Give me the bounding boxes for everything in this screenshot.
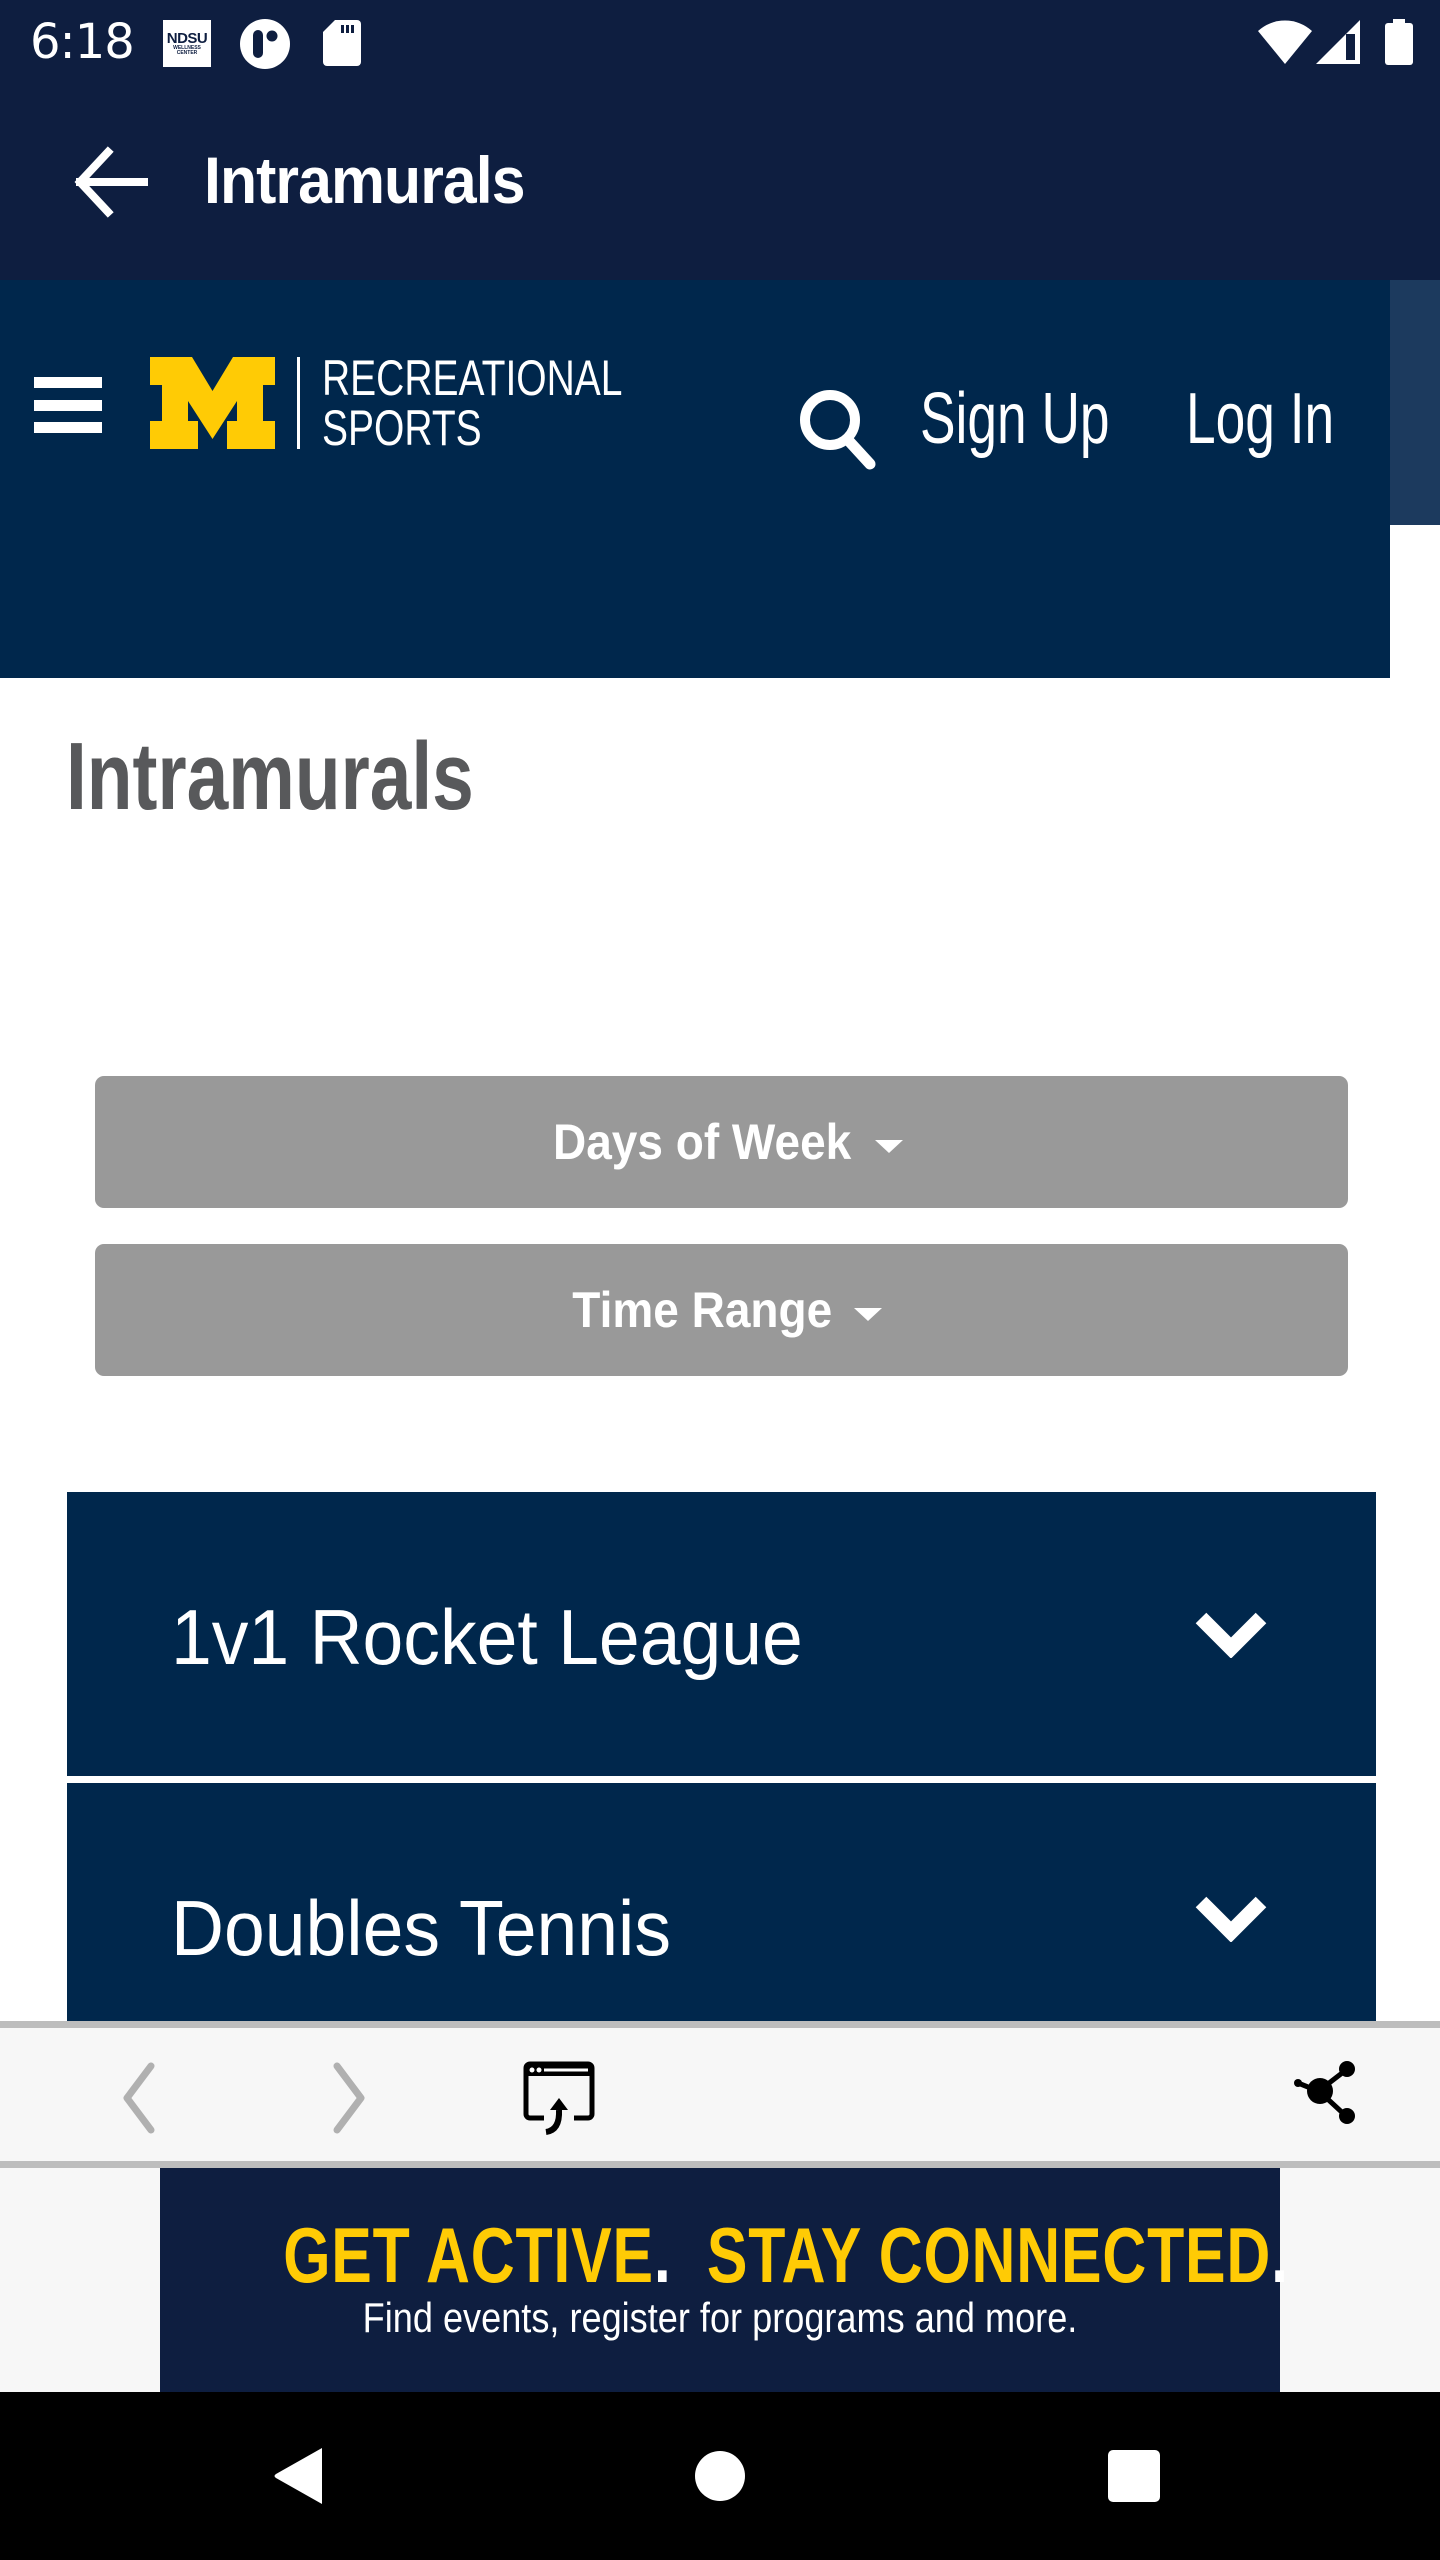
o-app-icon (240, 19, 290, 69)
banner-headline-part2: STAY CONNECTED (706, 2211, 1272, 2299)
chevron-down-icon (1195, 1612, 1267, 1658)
chevron-left-icon (123, 2062, 155, 2134)
browser-forward-button[interactable] (308, 2058, 388, 2138)
accordion-item-rocket-league[interactable]: 1v1 Rocket League (67, 1492, 1376, 1776)
battery-icon (1385, 19, 1413, 65)
nav-home-button[interactable] (680, 2436, 760, 2516)
hamburger-icon-bar (34, 422, 102, 433)
accordion-label: Doubles Tennis (171, 1884, 672, 1972)
banner-dot: . (653, 2211, 672, 2299)
page-title: Intramurals (66, 723, 474, 830)
banner-dot: . (1271, 2211, 1289, 2299)
ndsu-icon-line2: CENTER (176, 50, 198, 56)
sign-up-link[interactable]: Sign Up (920, 378, 1110, 460)
log-in-link[interactable]: Log In (1186, 378, 1334, 460)
ndsu-icon-text: NDSU (166, 30, 208, 47)
header-strip (1390, 280, 1440, 525)
banner-subtext: Find events, register for programs and m… (362, 2294, 1078, 2341)
sd-card-icon (323, 20, 361, 66)
caret-down-icon (853, 1307, 882, 1321)
app-bar: Intramurals (0, 90, 1440, 280)
nav-recents-icon (1108, 2450, 1160, 2502)
arrow-left-icon (74, 146, 148, 218)
ndsu-wellness-center-icon: NDSU WELLNESS CENTER (163, 20, 211, 67)
back-button[interactable] (60, 132, 160, 232)
time-range-dropdown[interactable]: Time Range (95, 1244, 1348, 1376)
nav-recents-button[interactable] (1094, 2436, 1174, 2516)
browser-toolbar (0, 2021, 1440, 2168)
hamburger-icon-bar (34, 399, 102, 411)
open-in-browser-icon (523, 2061, 595, 2135)
app-title: Intramurals (204, 143, 526, 217)
chevron-down-icon (1195, 1896, 1267, 1942)
days-of-week-label: Days of Week (553, 1114, 852, 1170)
rec-sports-logo[interactable]: RECREATIONAL SPORTS (150, 353, 707, 453)
open-in-browser-button[interactable] (520, 2058, 600, 2138)
system-nav-bar (0, 2392, 1440, 2560)
banner-headline-part1: GET ACTIVE (283, 2211, 654, 2299)
logo-line1: RECREATIONAL (322, 350, 623, 406)
browser-back-button[interactable] (100, 2058, 180, 2138)
share-button[interactable] (1288, 2058, 1368, 2138)
logo-divider (297, 357, 300, 449)
time-range-label: Time Range (572, 1282, 833, 1338)
status-time: 6:18 (30, 14, 135, 70)
signal-icon (1316, 20, 1360, 64)
hamburger-menu-button[interactable] (34, 377, 102, 433)
nav-back-icon (274, 2448, 322, 2504)
accordion-item-doubles-tennis[interactable]: Doubles Tennis (67, 1783, 1376, 2023)
banner-headline: GET ACTIVE. STAY CONNECTED. (283, 2210, 1288, 2301)
logo-line2: SPORTS (322, 400, 482, 456)
nav-home-icon (695, 2451, 745, 2501)
site-header (0, 280, 1390, 678)
days-of-week-dropdown[interactable]: Days of Week (95, 1076, 1348, 1208)
logo-text: RECREATIONAL SPORTS (322, 353, 623, 453)
chevron-right-icon (333, 2062, 365, 2134)
block-m-logo-icon (150, 357, 275, 449)
caret-down-icon (874, 1139, 903, 1153)
nav-back-button[interactable] (260, 2436, 340, 2516)
wifi-icon (1258, 20, 1312, 64)
hamburger-icon-bar (34, 377, 102, 388)
accordion-label: 1v1 Rocket League (171, 1593, 803, 1681)
share-icon (1294, 2061, 1355, 2124)
status-bar: 6:18 NDSU WELLNESS CENTER (0, 0, 1440, 90)
promo-banner[interactable]: GET ACTIVE. STAY CONNECTED. Find events,… (160, 2168, 1288, 2392)
search-icon[interactable] (796, 386, 880, 470)
